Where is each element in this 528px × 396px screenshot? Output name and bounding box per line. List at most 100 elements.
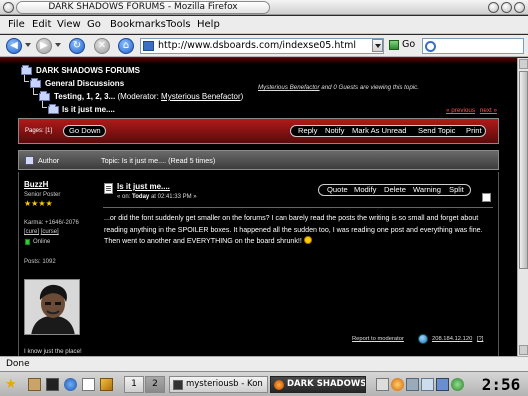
title-bar[interactable]: DARK SHADOWS FORUMS - Mozilla Firefox xyxy=(0,0,528,15)
maximize-button[interactable] xyxy=(501,2,512,13)
ip-address-link[interactable]: 208.184.12.120 xyxy=(432,336,472,342)
tray-network-icon[interactable] xyxy=(406,378,419,391)
url-field[interactable]: http://www.dsboards.com/indexse05.html xyxy=(140,38,384,54)
subboard-folder-icon xyxy=(39,91,50,101)
next-topic-link[interactable]: next » xyxy=(480,107,497,114)
breadcrumb-board[interactable]: General Discussions xyxy=(45,79,124,88)
menu-go[interactable]: Go xyxy=(87,19,101,30)
viewer-user-link[interactable]: Mysterious Benefactor xyxy=(258,84,320,91)
previous-topic-link[interactable]: « previous xyxy=(446,107,475,114)
close-button[interactable] xyxy=(514,2,525,13)
text-editor-icon[interactable] xyxy=(82,378,95,391)
warning-button[interactable]: Warning xyxy=(413,185,441,195)
menu-file[interactable]: File xyxy=(8,19,25,30)
stop-button[interactable]: ✕ xyxy=(94,38,110,54)
post-select-checkbox[interactable] xyxy=(482,193,491,202)
breadcrumb-subboard-link[interactable]: Testing, 1, 2, 3... xyxy=(54,92,115,101)
send-topic-button[interactable]: Send Topic xyxy=(418,126,455,136)
terminal-icon[interactable] xyxy=(46,378,59,391)
post-divider xyxy=(103,207,493,208)
delete-button[interactable]: Delete xyxy=(384,185,406,195)
breadcrumb-topic[interactable]: Is it just me.... xyxy=(62,105,115,114)
post-title-link[interactable]: Is it just me.... xyxy=(117,182,170,191)
quote-button[interactable]: Quote xyxy=(327,185,348,195)
modify-button[interactable]: Modify xyxy=(354,185,376,195)
post-date-time: at 02:41:33 PM » xyxy=(150,194,197,200)
back-button[interactable]: ◀ xyxy=(6,38,22,54)
menu-bookmarks[interactable]: Bookmarks xyxy=(110,19,166,30)
ip-help-link[interactable]: [?] xyxy=(477,336,483,342)
post-date-prefix: « on: xyxy=(117,194,131,200)
url-history-dropdown[interactable] xyxy=(372,39,383,52)
topic-action-buttons: Reply Notify Mark As Unread Send Topic P… xyxy=(290,125,486,137)
author-post-count: Posts: 1092 xyxy=(24,259,56,265)
desktop-2-button[interactable]: 2 xyxy=(145,376,165,393)
taskbar-clock[interactable]: 2:56 xyxy=(476,375,526,394)
split-button[interactable]: Split xyxy=(449,185,464,195)
file-manager-icon[interactable] xyxy=(28,378,41,391)
curse-link[interactable]: [curse] xyxy=(41,229,59,235)
tree-branch xyxy=(33,88,38,95)
minimize-button[interactable] xyxy=(488,2,499,13)
menu-bar: File Edit View Go Bookmarks Tools Help xyxy=(0,16,528,34)
window-menu-button[interactable] xyxy=(3,2,14,13)
author-rank: Senior Poster xyxy=(24,192,61,198)
scroll-thumb[interactable] xyxy=(519,71,528,269)
task-konsole-label: mysteriousb - Kon xyxy=(186,379,263,389)
stop-icon: ✕ xyxy=(97,40,107,51)
menu-help[interactable]: Help xyxy=(197,19,220,30)
forum-header-strip xyxy=(0,58,517,64)
post-document-icon xyxy=(104,183,113,194)
browser-launcher-icon[interactable] xyxy=(64,378,77,391)
breadcrumb-subboard: Testing, 1, 2, 3... (Moderator: Mysterio… xyxy=(54,92,243,101)
reload-icon: ↻ xyxy=(72,40,82,51)
google-search-icon xyxy=(425,41,436,52)
menu-view[interactable]: View xyxy=(57,19,81,30)
forward-button[interactable]: ▶ xyxy=(36,38,52,54)
go-down-button[interactable]: Go Down xyxy=(63,125,106,137)
vertical-scrollbar[interactable] xyxy=(517,58,528,356)
go-label: Go xyxy=(402,39,416,50)
ip-globe-icon xyxy=(418,334,428,344)
reload-button[interactable]: ↻ xyxy=(69,38,85,54)
status-bar: Done xyxy=(0,356,528,371)
pencil-app-icon[interactable] xyxy=(100,378,113,391)
menu-edit[interactable]: Edit xyxy=(32,19,51,30)
menu-tools[interactable]: Tools xyxy=(166,19,191,30)
cure-link[interactable]: [cure] xyxy=(24,229,39,235)
scroll-down-button[interactable] xyxy=(519,345,528,355)
avatar-photo-icon xyxy=(25,280,79,334)
report-label: Report to moderator xyxy=(352,336,404,342)
back-history-dropdown[interactable] xyxy=(25,43,31,47)
desktop-1-button[interactable]: 1 xyxy=(124,376,144,393)
browser-window: DARK SHADOWS FORUMS - Mozilla Firefox Fi… xyxy=(0,0,528,396)
task-firefox[interactable]: DARK SHADOWS xyxy=(270,376,366,393)
home-button[interactable]: ⌂ xyxy=(118,38,134,54)
task-konsole[interactable]: mysteriousb - Kon xyxy=(169,376,268,393)
tray-printer-icon[interactable] xyxy=(376,378,389,391)
forward-history-dropdown[interactable] xyxy=(55,43,61,47)
start-menu-star-icon[interactable]: ★ xyxy=(5,378,18,391)
print-button[interactable]: Print xyxy=(466,126,482,136)
moderator-link[interactable]: Mysterious Benefactor xyxy=(161,92,241,101)
tray-volume-icon[interactable] xyxy=(421,378,434,391)
tray-clipboard-icon[interactable] xyxy=(391,378,404,391)
search-field[interactable] xyxy=(422,38,524,54)
navigation-toolbar: ◀ ▶ ↻ ✕ ⌂ http://www.dsboards.com/indexs… xyxy=(0,35,528,57)
ip-address: 208.184.12.120 [?] xyxy=(432,336,483,342)
report-to-moderator-link[interactable]: Report to moderator xyxy=(352,336,404,342)
breadcrumb-forum[interactable]: DARK SHADOWS FORUMS xyxy=(36,66,140,75)
reply-button[interactable]: Reply xyxy=(298,126,317,136)
notify-button[interactable]: Notify xyxy=(325,126,344,136)
forum-folder-icon xyxy=(21,65,32,75)
url-text: http://www.dsboards.com/indexse05.html xyxy=(158,40,356,51)
author-name-link[interactable]: BuzzH xyxy=(24,180,48,189)
viewers-info: Mysterious Benefactor and 0 Guests are v… xyxy=(258,84,419,91)
mark-unread-button[interactable]: Mark As Unread xyxy=(352,126,406,136)
author-column-label: Author xyxy=(38,156,60,165)
scroll-up-button[interactable] xyxy=(519,59,528,69)
tray-display-icon[interactable] xyxy=(436,378,449,391)
post-date-today: Today xyxy=(132,194,150,200)
home-icon: ⌂ xyxy=(122,40,130,51)
tray-battery-icon[interactable] xyxy=(451,378,464,391)
